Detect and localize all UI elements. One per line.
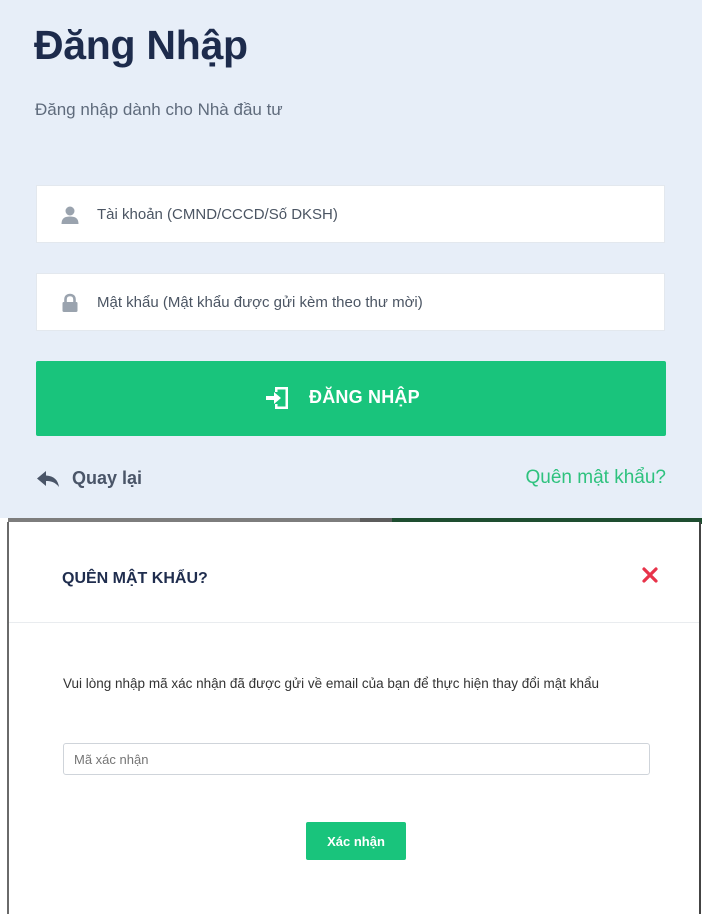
account-field[interactable]: Tài khoản (CMND/CCCD/Số DKSH) — [36, 185, 665, 243]
account-field-placeholder: Tài khoản (CMND/CCCD/Số DKSH) — [97, 206, 338, 223]
page-title: Đăng Nhập — [34, 22, 248, 68]
password-field[interactable]: Mật khẩu (Mật khẩu được gửi kèm theo thư… — [36, 273, 665, 331]
login-button[interactable]: ĐĂNG NHẬP — [36, 361, 666, 436]
back-link-label: Quay lại — [72, 468, 143, 488]
password-field-placeholder: Mật khẩu (Mật khẩu được gửi kèm theo thư… — [97, 294, 423, 311]
modal-header-divider — [9, 622, 699, 623]
modal-message: Vui lòng nhập mã xác nhận đã được gửi về… — [63, 676, 600, 691]
login-panel: Đăng Nhập Đăng nhập dành cho Nhà đầu tư … — [0, 0, 702, 518]
modal-title: QUÊN MẬT KHẨU? — [62, 570, 208, 587]
sign-in-icon — [266, 387, 288, 409]
reply-arrow-icon — [37, 471, 59, 487]
user-icon — [61, 206, 79, 224]
login-button-label: ĐĂNG NHẬP — [309, 387, 420, 407]
confirm-button[interactable]: Xác nhận — [306, 822, 406, 860]
close-icon[interactable] — [641, 566, 659, 584]
forgot-password-modal: QUÊN MẬT KHẨU? Vui lòng nhập mã xác nhận… — [7, 522, 701, 914]
lock-icon — [62, 293, 78, 312]
page-subtitle: Đăng nhập dành cho Nhà đầu tư — [35, 100, 283, 119]
verification-code-input[interactable] — [63, 743, 650, 775]
forgot-password-link[interactable]: Quên mật khẩu? — [526, 467, 666, 489]
